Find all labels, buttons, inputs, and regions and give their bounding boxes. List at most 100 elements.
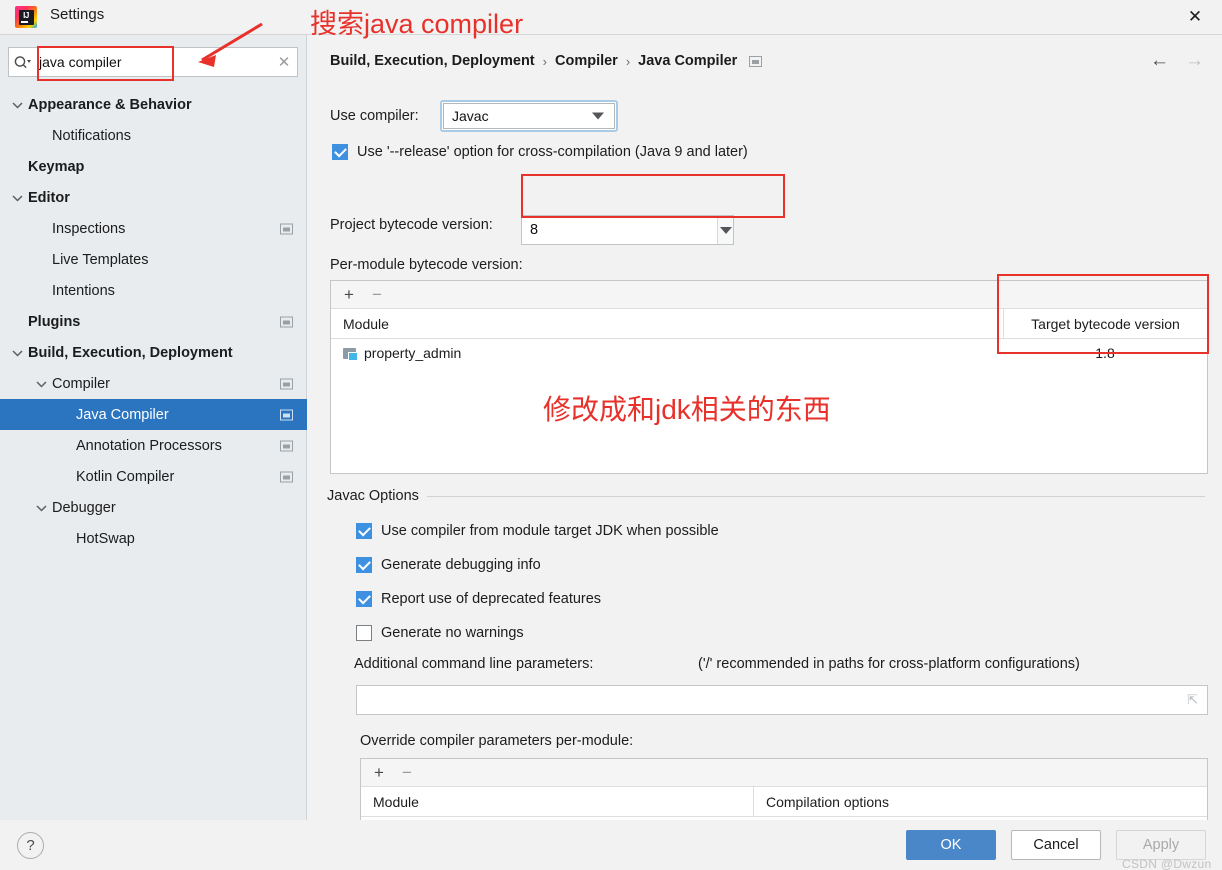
chevron-down-icon[interactable] xyxy=(10,191,24,205)
column-header-module[interactable]: Module xyxy=(361,787,753,816)
per-module-bytecode-table: + − Module Target bytecode version prope… xyxy=(330,280,1208,474)
column-header-module[interactable]: Module xyxy=(331,309,1003,338)
breadcrumb-separator: › xyxy=(542,53,547,69)
sidebar-item-label: Java Compiler xyxy=(76,406,169,423)
sidebar-item-label: Intentions xyxy=(52,282,115,299)
sidebar-item-notifications[interactable]: Notifications xyxy=(0,120,307,151)
use-release-option-checkbox[interactable] xyxy=(332,144,348,160)
column-header-compilation-options[interactable]: Compilation options xyxy=(753,787,1207,816)
sidebar-item-label: Kotlin Compiler xyxy=(76,468,175,485)
plus-icon[interactable]: + xyxy=(344,286,354,303)
help-button[interactable]: ? xyxy=(17,832,44,859)
sidebar-item-appearance-behavior[interactable]: Appearance & Behavior xyxy=(0,89,307,120)
search-icon xyxy=(9,48,35,76)
project-bytecode-label: Project bytecode version: xyxy=(330,217,493,233)
sidebar-item-debugger[interactable]: Debugger xyxy=(0,492,307,523)
sidebar-item-java-compiler[interactable]: Java Compiler xyxy=(0,399,307,430)
sidebar-item-kotlin-compiler[interactable]: Kotlin Compiler xyxy=(0,461,307,492)
arrow-right-icon[interactable]: → xyxy=(1185,51,1204,70)
javac-option-checkbox-2[interactable] xyxy=(356,591,372,607)
javac-option-label-0: Use compiler from module target JDK when… xyxy=(381,523,719,539)
module-name: property_admin xyxy=(364,345,462,361)
javac-option-label-1: Generate debugging info xyxy=(381,557,541,573)
sidebar-item-build-execution-deployment[interactable]: Build, Execution, Deployment xyxy=(0,337,307,368)
chevron-down-icon[interactable] xyxy=(34,501,48,515)
sidebar-item-plugins[interactable]: Plugins xyxy=(0,306,307,337)
project-settings-icon xyxy=(280,471,293,482)
annotation-search-note: 搜索java compiler xyxy=(310,9,524,39)
sidebar-item-label: Appearance & Behavior xyxy=(28,96,192,113)
project-settings-icon xyxy=(280,440,293,451)
override-params-label: Override compiler parameters per-module: xyxy=(360,733,634,749)
settings-dialog: IJ Settings ✕ ✕ Appearance & Behavior Not… xyxy=(0,0,1222,870)
javac-option-checkbox-3[interactable] xyxy=(356,625,372,641)
sidebar-item-keymap[interactable]: Keymap xyxy=(0,151,307,182)
close-icon[interactable]: ✕ xyxy=(1180,6,1210,28)
sidebar-item-live-templates[interactable]: Live Templates xyxy=(0,244,307,275)
search-box[interactable]: ✕ xyxy=(8,47,298,77)
sidebar-item-label: Notifications xyxy=(52,127,131,144)
project-bytecode-input[interactable] xyxy=(522,216,717,244)
chevron-down-icon xyxy=(592,112,604,120)
javac-option-row-3[interactable]: Generate no warnings xyxy=(356,625,524,641)
arrow-left-icon[interactable]: ← xyxy=(1150,51,1169,70)
javac-option-label-3: Generate no warnings xyxy=(381,625,524,641)
project-bytecode-row: Project bytecode version: xyxy=(330,217,493,233)
breadcrumb-separator: › xyxy=(625,53,631,69)
sidebar-item-annotation-processors[interactable]: Annotation Processors xyxy=(0,430,307,461)
javac-option-row-0[interactable]: Use compiler from module target JDK when… xyxy=(356,523,719,539)
chevron-down-icon[interactable] xyxy=(10,98,24,112)
expand-icon[interactable]: ⇱ xyxy=(1187,692,1198,708)
sidebar-item-editor[interactable]: Editor xyxy=(0,182,307,213)
settings-tree: Appearance & Behavior Notifications Keymap… xyxy=(0,89,307,554)
sidebar-item-hotswap[interactable]: HotSwap xyxy=(0,523,307,554)
sidebar-item-inspections[interactable]: Inspections xyxy=(0,213,307,244)
use-release-option-label: Use '--release' option for cross-compila… xyxy=(357,144,748,160)
cancel-button[interactable]: Cancel xyxy=(1011,830,1101,860)
sidebar-item-label: Editor xyxy=(28,189,70,206)
minus-icon[interactable]: − xyxy=(372,286,382,303)
per-module-bytecode-label: Per-module bytecode version: xyxy=(330,257,523,273)
project-settings-icon xyxy=(749,55,763,67)
javac-option-label-2: Report use of deprecated features xyxy=(381,591,602,607)
watermark: CSDN @Dwzun xyxy=(1122,857,1212,870)
javac-option-row-1[interactable]: Generate debugging info xyxy=(356,557,541,573)
ok-button[interactable]: OK xyxy=(906,830,996,860)
minus-icon[interactable]: − xyxy=(402,764,412,781)
breadcrumb-part-2[interactable]: Java Compiler xyxy=(638,53,737,69)
sidebar-item-intentions[interactable]: Intentions xyxy=(0,275,307,306)
dialog-footer: ? OK Cancel Apply CSDN @Dwzun xyxy=(0,820,1222,870)
chevron-down-icon[interactable] xyxy=(10,346,24,360)
chevron-down-icon[interactable] xyxy=(717,216,733,244)
table-row[interactable]: property_admin 1.8 xyxy=(331,339,1207,367)
sidebar-item-label: Inspections xyxy=(52,220,126,237)
column-header-target-bytecode[interactable]: Target bytecode version xyxy=(1003,309,1207,338)
project-settings-icon xyxy=(280,223,293,234)
sidebar-item-label: HotSwap xyxy=(76,530,135,547)
additional-params-field[interactable]: ⇱ xyxy=(356,685,1208,715)
javac-option-checkbox-0[interactable] xyxy=(356,523,372,539)
sidebar-item-compiler[interactable]: Compiler xyxy=(0,368,307,399)
use-compiler-combo[interactable]: Javac xyxy=(440,100,618,132)
javac-options-title: Javac Options xyxy=(327,488,427,504)
use-release-option-row[interactable]: Use '--release' option for cross-compila… xyxy=(332,144,748,160)
javac-option-checkbox-1[interactable] xyxy=(356,557,372,573)
apply-button: Apply xyxy=(1116,830,1206,860)
javac-options-group: Javac Options xyxy=(327,487,1205,505)
breadcrumb-part-0[interactable]: Build, Execution, Deployment xyxy=(330,53,535,69)
clear-icon[interactable]: ✕ xyxy=(271,48,297,76)
additional-params-hint: ('/' recommended in paths for cross-plat… xyxy=(698,656,1080,672)
settings-sidebar: ✕ Appearance & Behavior Notifications Keym… xyxy=(0,35,307,820)
project-settings-icon xyxy=(280,378,293,389)
per-module-table-header: Module Target bytecode version xyxy=(331,309,1207,339)
module-icon xyxy=(343,347,358,361)
breadcrumb-part-1[interactable]: Compiler xyxy=(555,53,618,69)
breadcrumb: Build, Execution, Deployment › Compiler … xyxy=(330,53,763,69)
plus-icon[interactable]: + xyxy=(374,764,384,781)
project-bytecode-combo[interactable] xyxy=(521,215,734,245)
sidebar-item-label: Keymap xyxy=(28,158,85,175)
chevron-down-icon[interactable] xyxy=(34,377,48,391)
search-input[interactable] xyxy=(35,54,271,70)
target-bytecode-value[interactable]: 1.8 xyxy=(1003,339,1207,367)
javac-option-row-2[interactable]: Report use of deprecated features xyxy=(356,591,601,607)
